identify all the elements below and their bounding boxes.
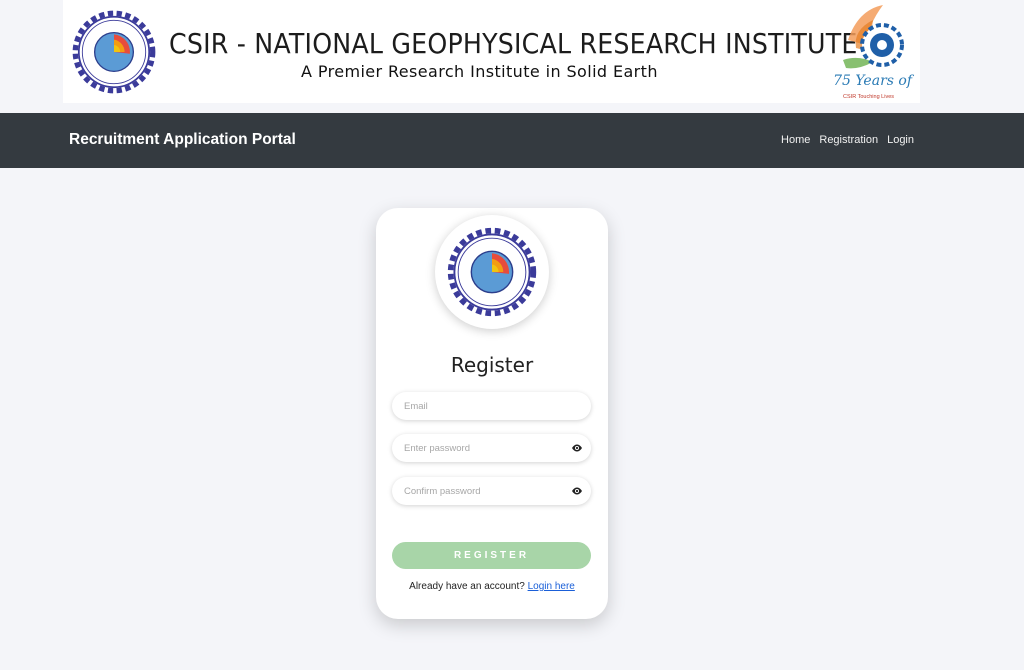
email-field-wrapper <box>392 392 591 420</box>
nav-link-home[interactable]: Home <box>781 134 810 146</box>
password-field[interactable] <box>392 434 591 462</box>
register-card: Register REGISTER Already have an accoun… <box>376 208 608 619</box>
institute-title: CSIR - NATIONAL GEOPHYSICAL RESEARCH INS… <box>169 28 858 60</box>
login-prompt-row: Already have an account? Login here <box>376 581 608 592</box>
ngri-emblem-icon <box>447 227 537 317</box>
ngri-emblem-icon <box>72 10 156 94</box>
eye-icon[interactable] <box>571 486 583 496</box>
login-link[interactable]: Login here <box>528 581 575 592</box>
nav-link-login[interactable]: Login <box>887 134 914 146</box>
nav-link-registration[interactable]: Registration <box>819 134 878 146</box>
portal-brand[interactable]: Recruitment Application Portal <box>69 131 296 149</box>
anniversary-subtext: CSIR Touching Lives <box>843 94 894 100</box>
nav-links: Home Registration Login <box>781 134 914 146</box>
password-field-wrapper <box>392 434 591 462</box>
email-field[interactable] <box>392 392 591 420</box>
form-heading: Register <box>450 353 534 377</box>
confirm-password-field-wrapper <box>392 477 591 505</box>
header-banner: CSIR - NATIONAL GEOPHYSICAL RESEARCH INS… <box>63 0 920 103</box>
anniversary-text: 75 Years of <box>833 73 912 89</box>
top-navbar: Recruitment Application Portal Home Regi… <box>0 113 1024 168</box>
confirm-password-field[interactable] <box>392 477 591 505</box>
register-button[interactable]: REGISTER <box>392 542 591 569</box>
login-prompt-text: Already have an account? <box>409 581 525 592</box>
eye-icon[interactable] <box>571 443 583 453</box>
institute-subtitle: A Premier Research Institute in Solid Ea… <box>301 62 658 81</box>
avatar <box>435 215 549 329</box>
